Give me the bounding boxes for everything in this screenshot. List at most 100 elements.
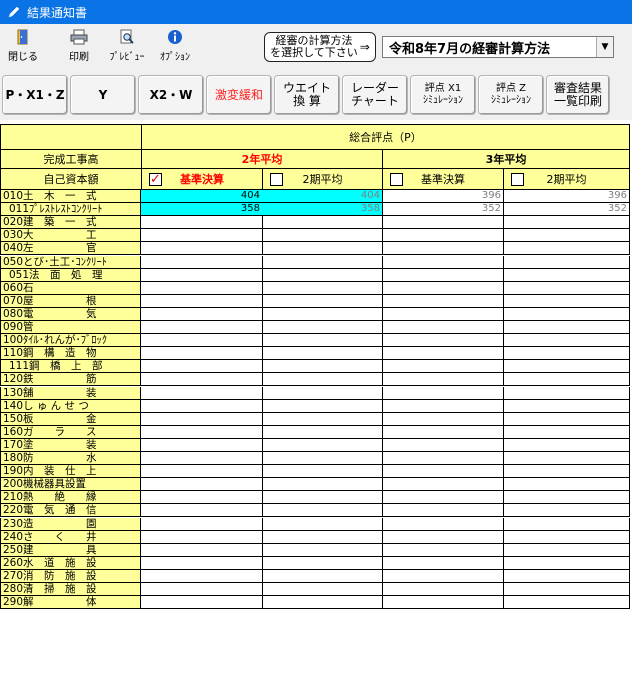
score-cell [141,255,263,269]
score-cell [141,478,263,492]
window-title: 結果通知書 [27,5,88,20]
row-name: 左 官 [23,242,97,255]
row-name: ガ ラ ス [23,425,97,438]
score-cell [503,583,630,596]
period-avg-2y-checkbox[interactable] [270,173,283,186]
score-cell [262,425,383,439]
score-cell: 396 [382,190,504,203]
score-cell [262,229,383,243]
period-avg-2y-label: 2期平均 [302,173,343,186]
row-code: 020 [3,216,24,229]
score-cell [262,399,383,413]
calc-method-button[interactable]: 経審の計算方法 を選択して下さい ⇒ [264,32,376,62]
arrow-right-icon: ⇒ [359,40,370,54]
row-code: 090 [3,321,24,333]
row-code: 110 [3,347,24,360]
z-simulation-button[interactable]: 評点 Z ｼﾐｭﾚｰｼｮﾝ [478,75,544,115]
row-code: 100 [3,334,24,347]
row-label: 070屋 根 [0,294,141,308]
score-cell [503,556,630,570]
score-cell [141,373,263,387]
score-cell [382,583,504,596]
score-cell [503,216,630,230]
dropdown-arrow-icon[interactable]: ▼ [596,37,613,57]
score-cell [262,543,383,557]
print-button[interactable]: 印刷 [58,26,100,66]
row-label: 100ﾀｲﾙ･れんが･ﾌﾞﾛｯｸ [0,334,141,348]
score-cell: 396 [503,190,630,203]
completed-work-header: 完成工事高 [0,149,142,169]
row-name: さ く 井 [23,530,97,543]
row-code: 230 [3,517,24,530]
y-button[interactable]: Y [70,75,136,115]
row-code: 040 [3,242,24,255]
score-cell [503,478,630,492]
base-settlement-3y-header[interactable]: 基準決算 [382,168,504,190]
preview-button[interactable]: ﾌﾟﾚﾋﾞｭｰ [106,26,148,66]
x2w-button[interactable]: X2・W [138,75,204,115]
score-cell: 404 [262,190,383,203]
calc-method-value: 令和8年7月の経審計算方法 [389,41,551,57]
two-year-avg-header: 2年平均 [141,149,383,169]
row-code: 210 [3,491,24,504]
score-cell [262,360,383,374]
pen-icon [6,4,22,20]
row-name: 土 木 一 式 [23,190,97,202]
row-name: 熱 絶 縁 [23,491,97,504]
row-label: 011ﾌﾟﾚｽﾄﾚｽﾄｺﾝｸﾘｰﾄ [0,203,141,217]
row-name: 電 気 通 信 [23,504,97,517]
row-name: 鋼 構 造 物 [23,347,97,360]
score-cell [382,412,504,426]
score-cell [262,556,383,570]
row-name: 電 気 [23,307,97,320]
x1-simulation-button[interactable]: 評点 X1 ｼﾐｭﾚｰｼｮﾝ [410,75,476,115]
score-cell [262,530,383,544]
score-cell: 358 [141,203,263,217]
row-code: 011 [9,203,30,216]
radar-chart-button[interactable]: レーダー チャート [342,75,408,115]
row-label: 220電 気 通 信 [0,504,141,518]
weight-conversion-button[interactable]: ウエイト 換 算 [274,75,340,115]
score-cell [382,543,504,557]
drastic-change-mitigation-button[interactable]: 激変緩和 [206,75,272,115]
score-cell [262,596,383,610]
close-button[interactable]: 閉じる [2,26,44,66]
row-code: 270 [3,569,24,582]
score-cell [141,530,263,544]
base-settlement-2y-header[interactable]: ✓ 基準決算 [141,168,263,190]
score-cell [141,543,263,557]
period-avg-3y-header[interactable]: 2期平均 [503,168,630,190]
score-cell [503,360,630,374]
pxz-button[interactable]: P・X1・Z [2,75,68,115]
row-code: 130 [3,386,24,399]
base-settlement-3y-checkbox[interactable] [390,173,403,186]
row-name: 消 防 施 設 [23,569,97,582]
toolbar: 閉じる 印刷 ﾌﾟﾚﾋﾞｭｰ ｵﾌﾟｼｮﾝ 経審の計算方法 を選択して下さい ⇒… [0,24,632,70]
score-cell [141,229,263,243]
calc-method-select[interactable]: 令和8年7月の経審計算方法 ▼ [382,36,614,58]
row-code: 010 [3,190,24,202]
row-label: 260水 道 施 設 [0,556,141,570]
score-cell [262,386,383,400]
score-cell [503,373,630,387]
title-bar: 結果通知書 [0,0,632,24]
door-exit-icon [13,28,33,46]
score-cell [141,399,263,413]
result-list-print-button[interactable]: 審査結果 一覧印刷 [546,75,610,115]
score-grid: 完成工事高 自己資本額 総合評点（P） 2年平均 3年平均 ✓ 基準決算 2期平… [0,124,632,676]
row-label: 140し ゅ ん せ つ [0,399,141,413]
row-name: 防 水 [23,452,97,464]
corner-header [0,124,142,150]
period-avg-2y-header[interactable]: 2期平均 [262,168,383,190]
row-name: 水 道 施 設 [23,556,97,569]
score-cell [382,255,504,269]
option-button[interactable]: ｵﾌﾟｼｮﾝ [154,26,196,66]
score-cell [382,229,504,243]
row-name: 造 園 [23,517,97,530]
score-cell [262,504,383,518]
score-cell: 352 [503,203,630,217]
row-code: 200 [3,478,24,491]
period-avg-3y-checkbox[interactable] [511,173,524,186]
row-code: 051 [9,268,30,281]
base-settlement-2y-checkbox[interactable]: ✓ [149,173,162,186]
